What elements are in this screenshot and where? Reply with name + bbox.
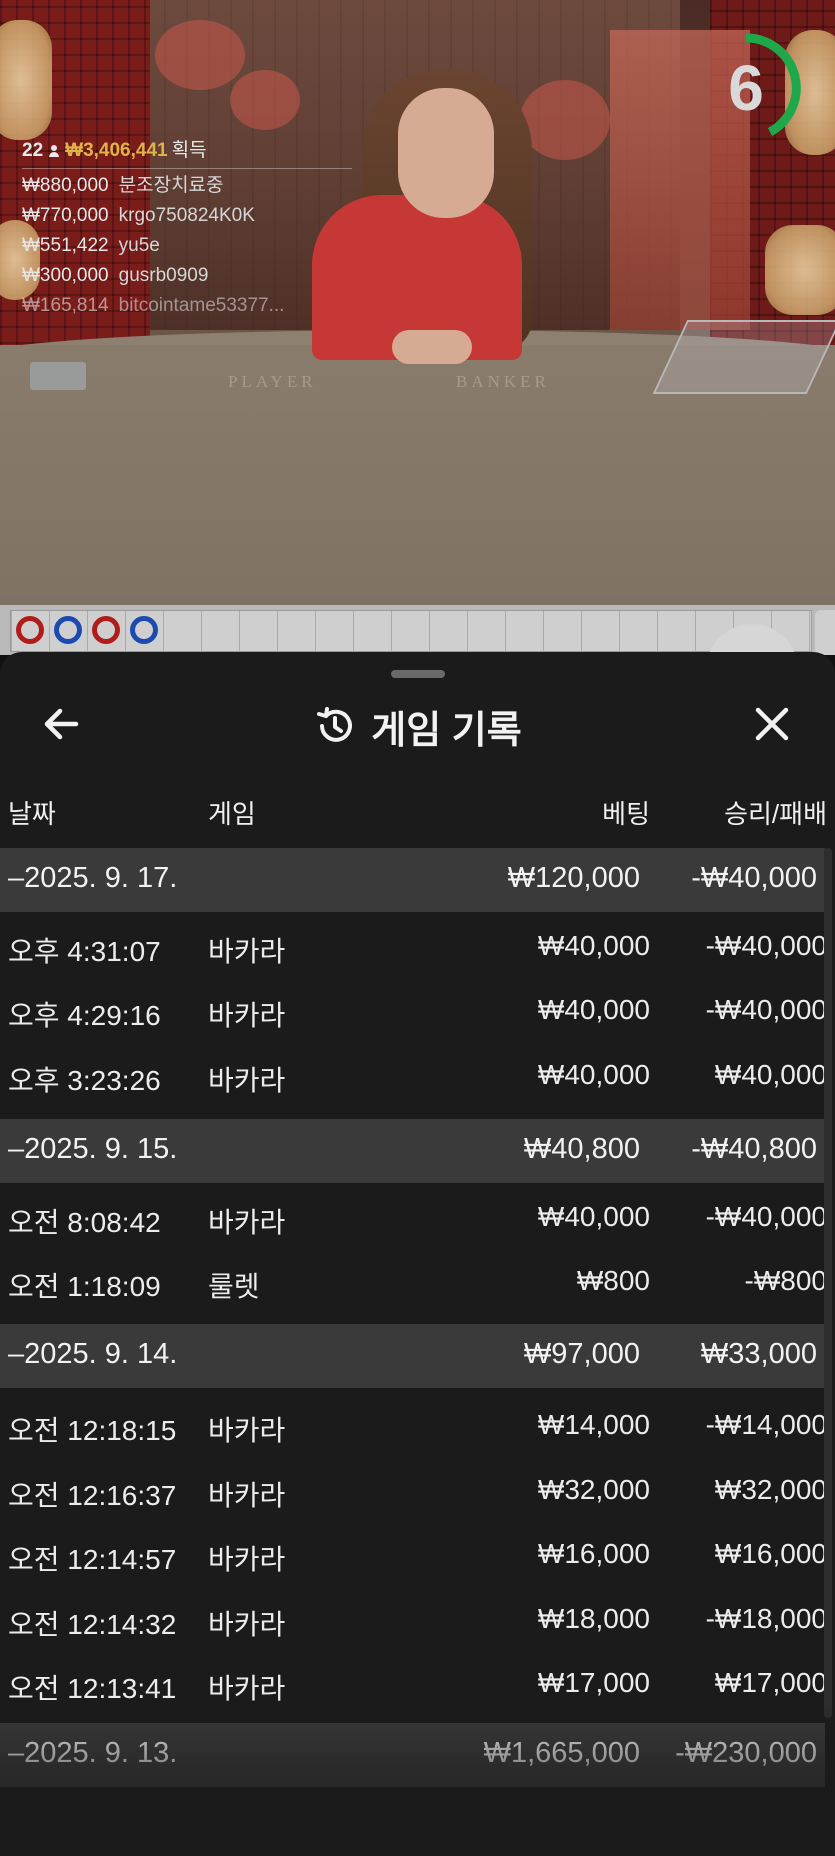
card-stack	[30, 362, 86, 390]
table-banker-label: BANKER	[456, 372, 550, 391]
bead-blue	[130, 616, 158, 644]
total-winnings: ₩3,406,441	[65, 140, 168, 161]
table-row[interactable]: 오전 12:18:15 바카라 ₩14,000 -₩14,000	[0, 1395, 835, 1459]
sheet-drag-handle[interactable]	[391, 670, 445, 678]
table-row[interactable]: 오전 8:08:42 바카라 ₩40,000 -₩40,000	[0, 1187, 835, 1251]
lantern	[0, 20, 52, 140]
winnings-label: 획득	[171, 140, 207, 161]
table-row[interactable]: 오후 3:23:26 바카라 ₩40,000 ₩40,000	[0, 1045, 835, 1109]
column-game: 게임	[208, 799, 256, 829]
date-group-row[interactable]: –2025. 9. 14. ₩97,000 ₩33,000	[0, 1324, 825, 1388]
back-button[interactable]	[38, 700, 86, 748]
column-bet: 베팅	[602, 799, 650, 829]
table-row[interactable]: 오전 12:14:57 바카라 ₩16,000 ₩16,000	[0, 1524, 835, 1588]
close-icon	[755, 707, 789, 741]
game-history-sheet: 게임 기록 날짜 게임 베팅 승리/패배 –2025. 9. 17. ₩120,…	[0, 652, 835, 1856]
leaderboard-entry: ₩770,000 krgo750824K0K	[22, 205, 255, 226]
dealer-hands	[392, 330, 472, 364]
leaderboard-entry: ₩165,814 bitcointame53377...	[22, 295, 285, 316]
lantern	[765, 225, 835, 315]
table-row[interactable]: 오후 4:31:07 바카라 ₩40,000 -₩40,000	[0, 916, 835, 980]
person-icon	[49, 145, 60, 157]
dealer-face	[398, 88, 494, 218]
date-group-row[interactable]: –2025. 9. 17. ₩120,000 -₩40,000	[0, 848, 825, 912]
date-group-row[interactable]: –2025. 9. 13. ₩1,665,000 -₩230,000	[0, 1723, 825, 1787]
bead-red	[16, 616, 44, 644]
history-icon	[317, 707, 353, 742]
timer-seconds: 6	[728, 52, 764, 124]
arrow-left-icon	[44, 708, 79, 740]
column-date: 날짜	[8, 799, 56, 829]
leaderboard-entry: ₩300,000 gusrb0909	[22, 265, 209, 286]
live-video-feed: PLAYER BANKER 22 ₩3,406,441 획득 ₩880,000 분…	[0, 0, 835, 605]
column-result: 승리/패배	[724, 799, 827, 829]
table-row[interactable]: 오전 12:14:32 바카라 ₩18,000 -₩18,000	[0, 1589, 835, 1653]
bead-red	[92, 616, 120, 644]
blossom	[155, 20, 245, 90]
divider	[22, 168, 352, 169]
road-edge	[815, 610, 835, 655]
card-shoe	[652, 320, 835, 394]
page-title: 게임 기록	[371, 709, 522, 752]
blossom	[520, 80, 610, 160]
leaderboard-entry: ₩551,422 yu5e	[22, 235, 160, 256]
date-group-row[interactable]: –2025. 9. 15. ₩40,800 -₩40,800	[0, 1119, 825, 1183]
title-group: 게임 기록	[0, 688, 835, 764]
table-header: 날짜 게임 베팅 승리/패배	[0, 794, 835, 838]
table-row[interactable]: 오전 1:18:09 룰렛 ₩800 -₩800	[0, 1251, 835, 1315]
sheet-header: 게임 기록	[0, 688, 835, 764]
table-row[interactable]: 오전 12:16:37 바카라 ₩32,000 ₩32,000	[0, 1460, 835, 1524]
bead-blue	[54, 616, 82, 644]
leaderboard-header: 22 ₩3,406,441 획득	[22, 136, 352, 166]
winners-leaderboard: 22 ₩3,406,441 획득 ₩880,000 분조장치료중 ₩770,000…	[22, 136, 352, 321]
table-player-label: PLAYER	[228, 372, 317, 391]
winner-count: 22	[22, 140, 44, 161]
table-row[interactable]: 오전 12:13:41 바카라 ₩17,000 ₩17,000	[0, 1653, 835, 1717]
leaderboard-entry: ₩880,000 분조장치료중	[22, 175, 224, 196]
close-button[interactable]	[748, 700, 796, 748]
bet-countdown-timer: 6	[690, 32, 802, 144]
scrollbar[interactable]	[824, 848, 832, 1718]
table-row[interactable]: 오후 4:29:16 바카라 ₩40,000 -₩40,000	[0, 980, 835, 1044]
blossom	[230, 70, 300, 130]
